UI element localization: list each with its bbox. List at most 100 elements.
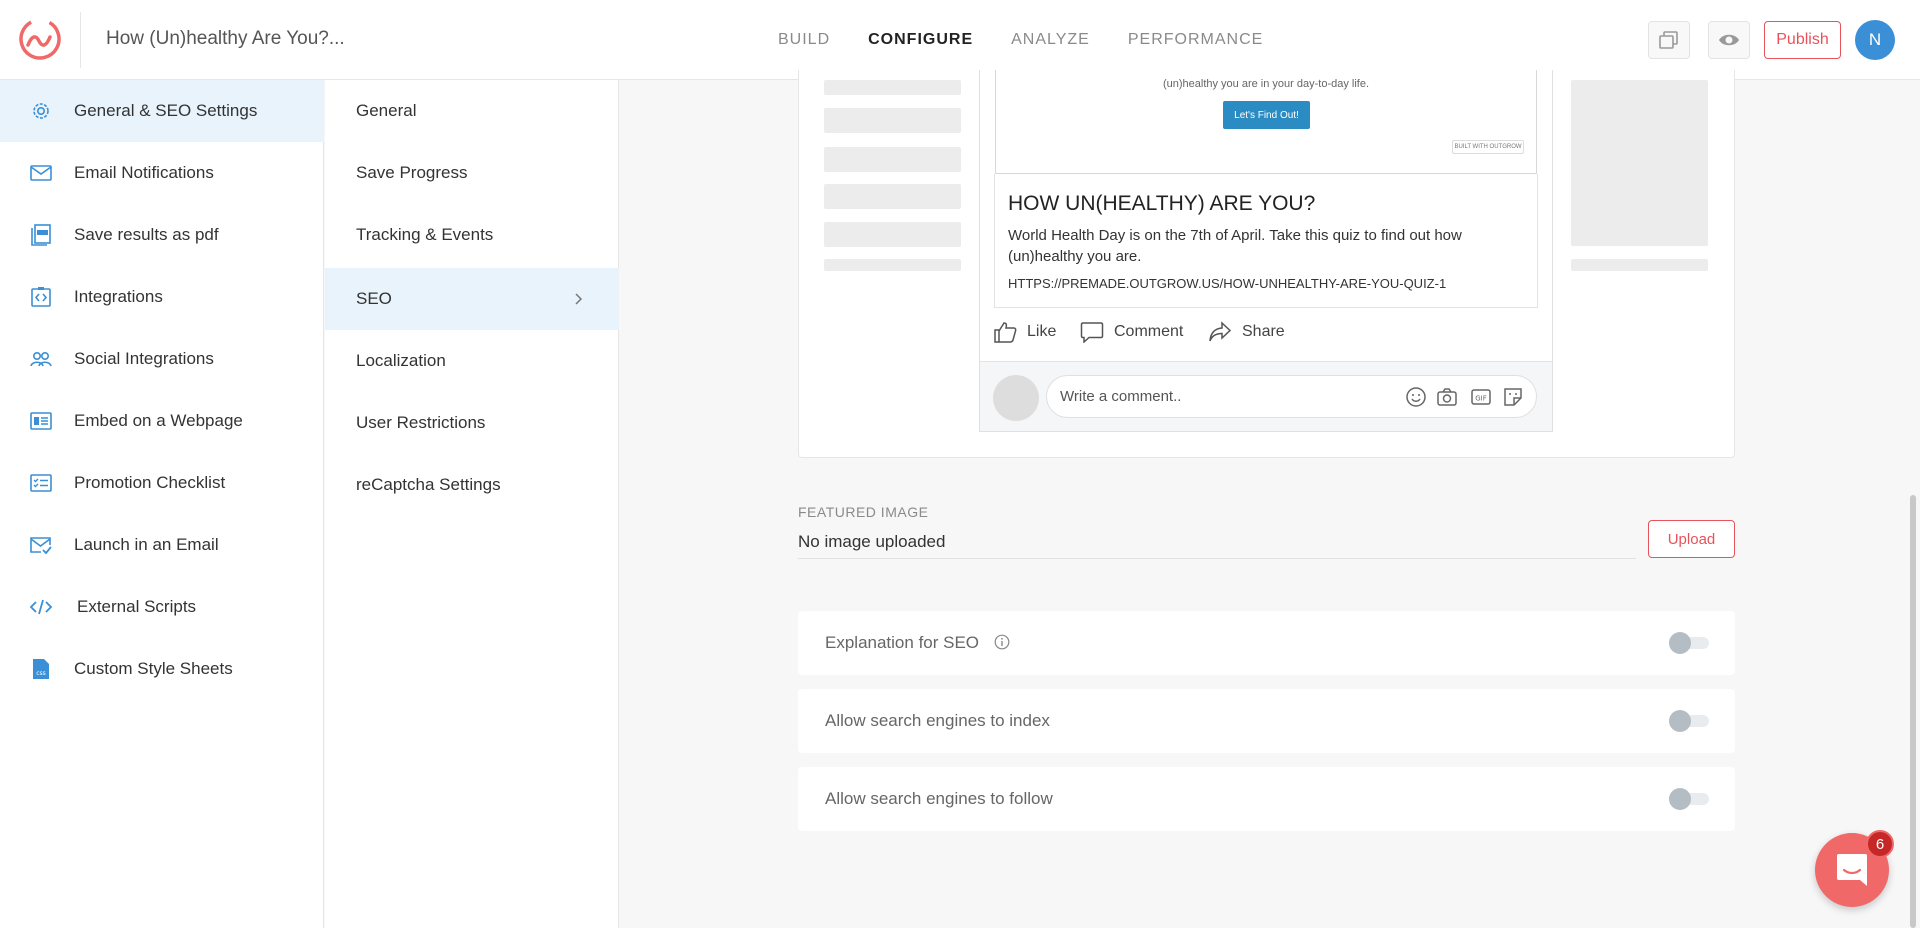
sidebar-item-label: External Scripts xyxy=(77,597,197,616)
subnav-item-label: General xyxy=(356,101,417,120)
sidebar-item-label: Embed on a Webpage xyxy=(74,411,243,430)
info-icon[interactable] xyxy=(994,634,1010,650)
quiz-screenshot-button: Let's Find Out! xyxy=(1223,101,1310,129)
outgrow-logo-icon[interactable] xyxy=(18,17,62,61)
subnav-item-label: Tracking & Events xyxy=(356,225,494,244)
sidebar-item-label: General & SEO Settings xyxy=(74,101,258,120)
sidebar-item-label: Social Integrations xyxy=(74,349,214,368)
subnav-item-recaptcha[interactable]: reCaptcha Settings xyxy=(325,454,619,516)
comment-label: Comment xyxy=(1114,323,1184,340)
subnav-item-seo[interactable]: SEO xyxy=(325,268,619,330)
preview-button[interactable] xyxy=(1708,21,1750,59)
subnav-item-general[interactable]: General xyxy=(325,80,619,142)
envelope-icon xyxy=(30,165,52,181)
seo-explanation-row: Explanation for SEO xyxy=(798,611,1735,675)
subnav-item-label: SEO xyxy=(356,289,392,308)
sidebar-item-label: Launch in an Email xyxy=(74,535,219,554)
tab-configure[interactable]: CONFIGURE xyxy=(868,31,973,49)
eye-icon xyxy=(1719,34,1739,46)
quiz-screenshot: (un)healthy you are in your day-to-day l… xyxy=(995,70,1537,174)
svg-text:GIF: GIF xyxy=(1475,395,1487,403)
tab-analyze[interactable]: ANALYZE xyxy=(1011,31,1090,49)
project-title[interactable]: How (Un)healthy Are You?... xyxy=(106,28,345,50)
subnav-item-label: reCaptcha Settings xyxy=(356,475,501,494)
preview-description: World Health Day is on the 7th of April.… xyxy=(1008,227,1462,265)
page-scrollbar[interactable] xyxy=(1910,495,1916,928)
thumbs-up-icon xyxy=(994,322,1017,343)
svg-text:css: css xyxy=(36,670,46,677)
sidebar-item-label: Promotion Checklist xyxy=(74,473,226,492)
toggle-label: Explanation for SEO xyxy=(825,633,980,652)
comment-action: Comment xyxy=(1080,321,1183,343)
share-icon xyxy=(1209,321,1232,342)
email-check-icon xyxy=(30,537,52,555)
sidebar-item-launch-email[interactable]: Launch in an Email xyxy=(0,514,324,576)
settings-subnav: General Save Progress Tracking & Events … xyxy=(325,80,619,928)
comment-placeholder: Write a comment.. xyxy=(1060,388,1182,405)
chat-icon xyxy=(1837,854,1867,886)
toggle-knob xyxy=(1669,788,1691,810)
subnav-item-localization[interactable]: Localization xyxy=(325,330,619,392)
comment-icon xyxy=(1080,322,1104,343)
featured-image-label: FEATURED IMAGE xyxy=(798,504,929,520)
checklist-icon xyxy=(30,474,52,492)
upload-button[interactable]: Upload xyxy=(1648,520,1735,558)
sidebar-item-email-notifications[interactable]: Email Notifications xyxy=(0,142,324,204)
sidebar-item-external-scripts[interactable]: External Scripts xyxy=(0,576,324,638)
preview-title: HOW UN(HEALTHY) ARE YOU? xyxy=(1008,192,1316,215)
tab-performance[interactable]: PERFORMANCE xyxy=(1128,31,1263,49)
subnav-item-tracking-events[interactable]: Tracking & Events xyxy=(325,204,619,266)
copy-icon xyxy=(1659,31,1678,49)
toggle-knob xyxy=(1669,710,1691,732)
sticker-icon xyxy=(1504,388,1522,406)
sidebar-item-custom-style-sheets[interactable]: css Custom Style Sheets xyxy=(0,638,324,700)
search-index-row: Allow search engines to index xyxy=(798,689,1735,753)
sidebar-item-embed-webpage[interactable]: Embed on a Webpage xyxy=(0,390,324,452)
sidebar-item-integrations[interactable]: Integrations xyxy=(0,266,324,328)
code-icon xyxy=(29,599,53,615)
skeleton-line xyxy=(824,184,961,209)
like-action: Like xyxy=(993,321,1056,343)
header-divider xyxy=(80,12,81,68)
subnav-item-label: Localization xyxy=(356,351,446,370)
subnav-item-save-progress[interactable]: Save Progress xyxy=(325,142,619,204)
sidebar-item-general-seo[interactable]: General & SEO Settings xyxy=(0,80,324,142)
css-file-icon: css xyxy=(33,659,49,679)
top-header: How (Un)healthy Are You?... BUILD CONFIG… xyxy=(0,0,1920,80)
search-follow-toggle[interactable] xyxy=(1669,788,1709,810)
embed-icon xyxy=(30,412,52,430)
chevron-right-icon xyxy=(575,293,583,305)
like-label: Like xyxy=(1027,323,1057,340)
seo-explanation-toggle[interactable] xyxy=(1669,632,1709,654)
user-avatar[interactable]: N xyxy=(1855,20,1895,60)
subnav-item-user-restrictions[interactable]: User Restrictions xyxy=(325,392,619,454)
gif-icon: GIF xyxy=(1471,389,1491,405)
skeleton-line xyxy=(824,108,961,133)
sidebar-item-label: Save results as pdf xyxy=(74,225,219,244)
built-with-badge: BUILT WITH OUTGROW xyxy=(1452,140,1524,154)
sidebar-item-label: Custom Style Sheets xyxy=(74,659,233,678)
sidebar-item-promotion-checklist[interactable]: Promotion Checklist xyxy=(0,452,324,514)
sidebar-item-save-pdf[interactable]: Save results as pdf xyxy=(0,204,324,266)
featured-image-value: No image uploaded xyxy=(798,532,946,551)
duplicate-button[interactable] xyxy=(1648,21,1690,59)
featured-image-underline xyxy=(798,558,1636,559)
share-label: Share xyxy=(1242,323,1285,340)
tab-build[interactable]: BUILD xyxy=(778,31,830,49)
users-icon xyxy=(30,352,52,367)
camera-icon xyxy=(1437,388,1457,406)
skeleton-block xyxy=(1571,80,1708,246)
publish-button[interactable]: Publish xyxy=(1764,21,1841,59)
skeleton-line xyxy=(824,147,961,172)
quiz-screenshot-text: (un)healthy you are in your day-to-day l… xyxy=(1162,78,1370,90)
sidebar-item-social-integrations[interactable]: Social Integrations xyxy=(0,328,324,390)
skeleton-line xyxy=(824,80,961,95)
subnav-item-label: User Restrictions xyxy=(356,413,486,432)
skeleton-line xyxy=(824,222,961,247)
toggle-label: Allow search engines to follow xyxy=(825,789,1053,808)
search-index-toggle[interactable] xyxy=(1669,710,1709,732)
emoji-icon xyxy=(1406,387,1426,407)
settings-sidebar: General & SEO Settings Email Notificatio… xyxy=(0,80,324,928)
toggle-knob xyxy=(1669,632,1691,654)
toggle-label: Allow search engines to index xyxy=(825,711,1050,730)
